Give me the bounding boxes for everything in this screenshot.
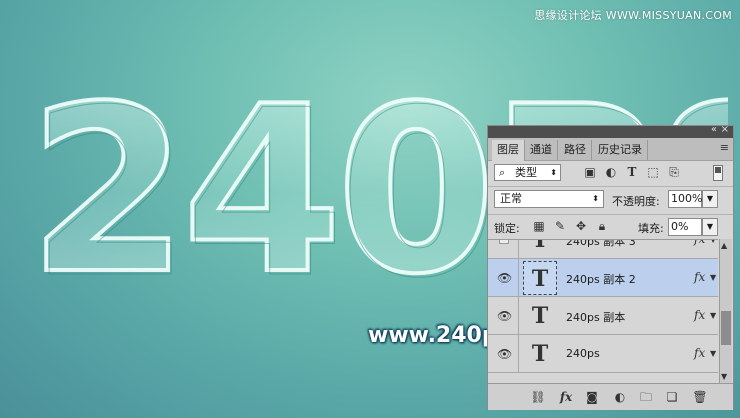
new-group-folder-icon[interactable]: 🗀 (638, 389, 654, 405)
panel-menu-icon[interactable]: ≡ (720, 141, 729, 154)
visibility-toggle[interactable]: 👁︎ (488, 335, 519, 372)
lock-transparent-icon[interactable]: ▦ (532, 219, 546, 233)
panel-tabs: 图层 通道 路径 历史记录 ≡ (488, 138, 733, 161)
lock-all-icon[interactable]: 🔒︎ (595, 219, 609, 233)
fx-icon[interactable]: fx (694, 346, 705, 360)
layer-name: 240ps (566, 346, 600, 360)
collapse-icon[interactable]: « (711, 124, 717, 135)
tab-channels[interactable]: 通道 (525, 140, 558, 160)
type-layer-icon: T (523, 260, 557, 295)
type-layer-icon: T (531, 302, 549, 329)
opacity-dropdown-button[interactable]: ▼ (702, 190, 718, 208)
close-icon[interactable]: × (721, 124, 729, 135)
filter-kind-select[interactable]: ⌕ 类型 ⬍ (494, 164, 561, 181)
eye-icon: 👁︎ (497, 270, 513, 285)
lock-position-icon[interactable]: ✥ (574, 219, 588, 233)
expand-effects-icon[interactable]: ▼ (710, 349, 716, 358)
filter-row: ⌕ 类型 ⬍ ▣ ◐ T ⬚ ⎘ (488, 161, 733, 185)
new-layer-icon[interactable]: ❏ (664, 389, 680, 405)
visibility-toggle[interactable]: 👁︎ (488, 297, 519, 334)
adjustment-layer-icon[interactable]: ◐ (612, 389, 628, 405)
fill-input[interactable]: 0% (668, 218, 702, 236)
fx-icon[interactable]: fx (694, 240, 705, 246)
panel-bottom-toolbar: ⛓ fx ◙ ◐ 🗀 ❏ 🗑 (488, 383, 733, 410)
fx-icon[interactable]: fx (694, 308, 705, 322)
blend-mode-select[interactable]: 正常 ⬍ (494, 190, 604, 208)
layer-name: 240ps 副本 2 (566, 272, 636, 286)
expand-effects-icon[interactable]: ▼ (710, 240, 716, 244)
layers-scrollbar[interactable]: ▲ ▼ (719, 239, 732, 383)
link-layers-icon[interactable]: ⛓ (530, 389, 546, 405)
updown-arrow-icon: ⬍ (592, 194, 599, 203)
add-style-fx-icon[interactable]: fx (558, 389, 574, 405)
expand-effects-icon[interactable]: ▼ (710, 273, 716, 282)
eye-icon: 👁︎ (497, 308, 513, 323)
hidden-visibility-icon (499, 240, 509, 244)
scroll-down-icon[interactable]: ▼ (721, 372, 727, 381)
layer-name: 240ps 副本 3 (566, 239, 636, 248)
image-filter-icon[interactable]: ▣ (583, 165, 597, 179)
visibility-toggle[interactable] (488, 240, 519, 258)
lock-pixels-brush-icon[interactable]: ✎ (553, 219, 567, 233)
layer-row[interactable]: 👁︎ T 240ps 副本 fx ▼ (488, 297, 718, 335)
opacity-label: 不透明度: (612, 195, 660, 208)
type-layer-icon: T (531, 239, 549, 253)
filter-toggle-switch[interactable] (713, 165, 723, 181)
layers-list: T 240ps 副本 3 fx ▼ 👁︎ T 240ps 副本 2 fx ▼ 👁… (488, 239, 718, 384)
type-filter-icon[interactable]: T (625, 165, 639, 179)
expand-effects-icon[interactable]: ▼ (710, 311, 716, 320)
search-icon: ⌕ (499, 166, 506, 179)
updown-arrow-icon: ⬍ (550, 168, 557, 177)
visibility-toggle[interactable]: 👁︎ (488, 259, 519, 296)
tab-history[interactable]: 历史记录 (593, 140, 648, 160)
opacity-input[interactable]: 100% (668, 190, 702, 208)
fill-label: 填充: (638, 222, 664, 235)
layer-row-selected[interactable]: 👁︎ T 240ps 副本 2 fx ▼ (488, 259, 718, 297)
layer-row[interactable]: T 240ps 副本 3 fx ▼ (488, 239, 718, 259)
fill-dropdown-button[interactable]: ▼ (702, 218, 718, 236)
scroll-up-icon[interactable]: ▲ (721, 241, 727, 250)
adjustment-filter-icon[interactable]: ◐ (604, 165, 618, 179)
layers-panel: « × 图层 通道 路径 历史记录 ≡ ⌕ 类型 ⬍ ▣ ◐ T ⬚ ⎘ 正常 … (487, 124, 734, 410)
lock-label: 锁定: (494, 222, 520, 235)
delete-layer-trash-icon[interactable]: 🗑 (692, 389, 708, 405)
tab-layers[interactable]: 图层 (492, 140, 525, 161)
filter-kind-label: 类型 (515, 166, 537, 179)
lock-row: 锁定: ▦ ✎ ✥ 🔒︎ 填充: 0% ▼ (488, 214, 733, 239)
eye-icon: 👁︎ (497, 346, 513, 361)
shape-filter-icon[interactable]: ⬚ (646, 165, 660, 179)
fx-icon[interactable]: fx (694, 270, 705, 284)
type-layer-icon: T (531, 340, 549, 367)
layer-name: 240ps 副本 (566, 310, 626, 324)
panel-titlebar[interactable]: « × (488, 124, 733, 138)
smart-object-filter-icon[interactable]: ⎘ (667, 165, 681, 179)
watermark-top: 思缘设计论坛 WWW.MISSYUAN.COM (534, 9, 732, 22)
layer-row[interactable]: 👁︎ T 240ps fx ▼ (488, 335, 718, 373)
blend-row: 正常 ⬍ 不透明度: 100% ▼ (488, 186, 733, 213)
scroll-thumb[interactable] (721, 311, 731, 345)
add-mask-icon[interactable]: ◙ (584, 389, 600, 405)
blend-mode-value: 正常 (500, 192, 522, 205)
tab-paths[interactable]: 路径 (559, 140, 592, 160)
